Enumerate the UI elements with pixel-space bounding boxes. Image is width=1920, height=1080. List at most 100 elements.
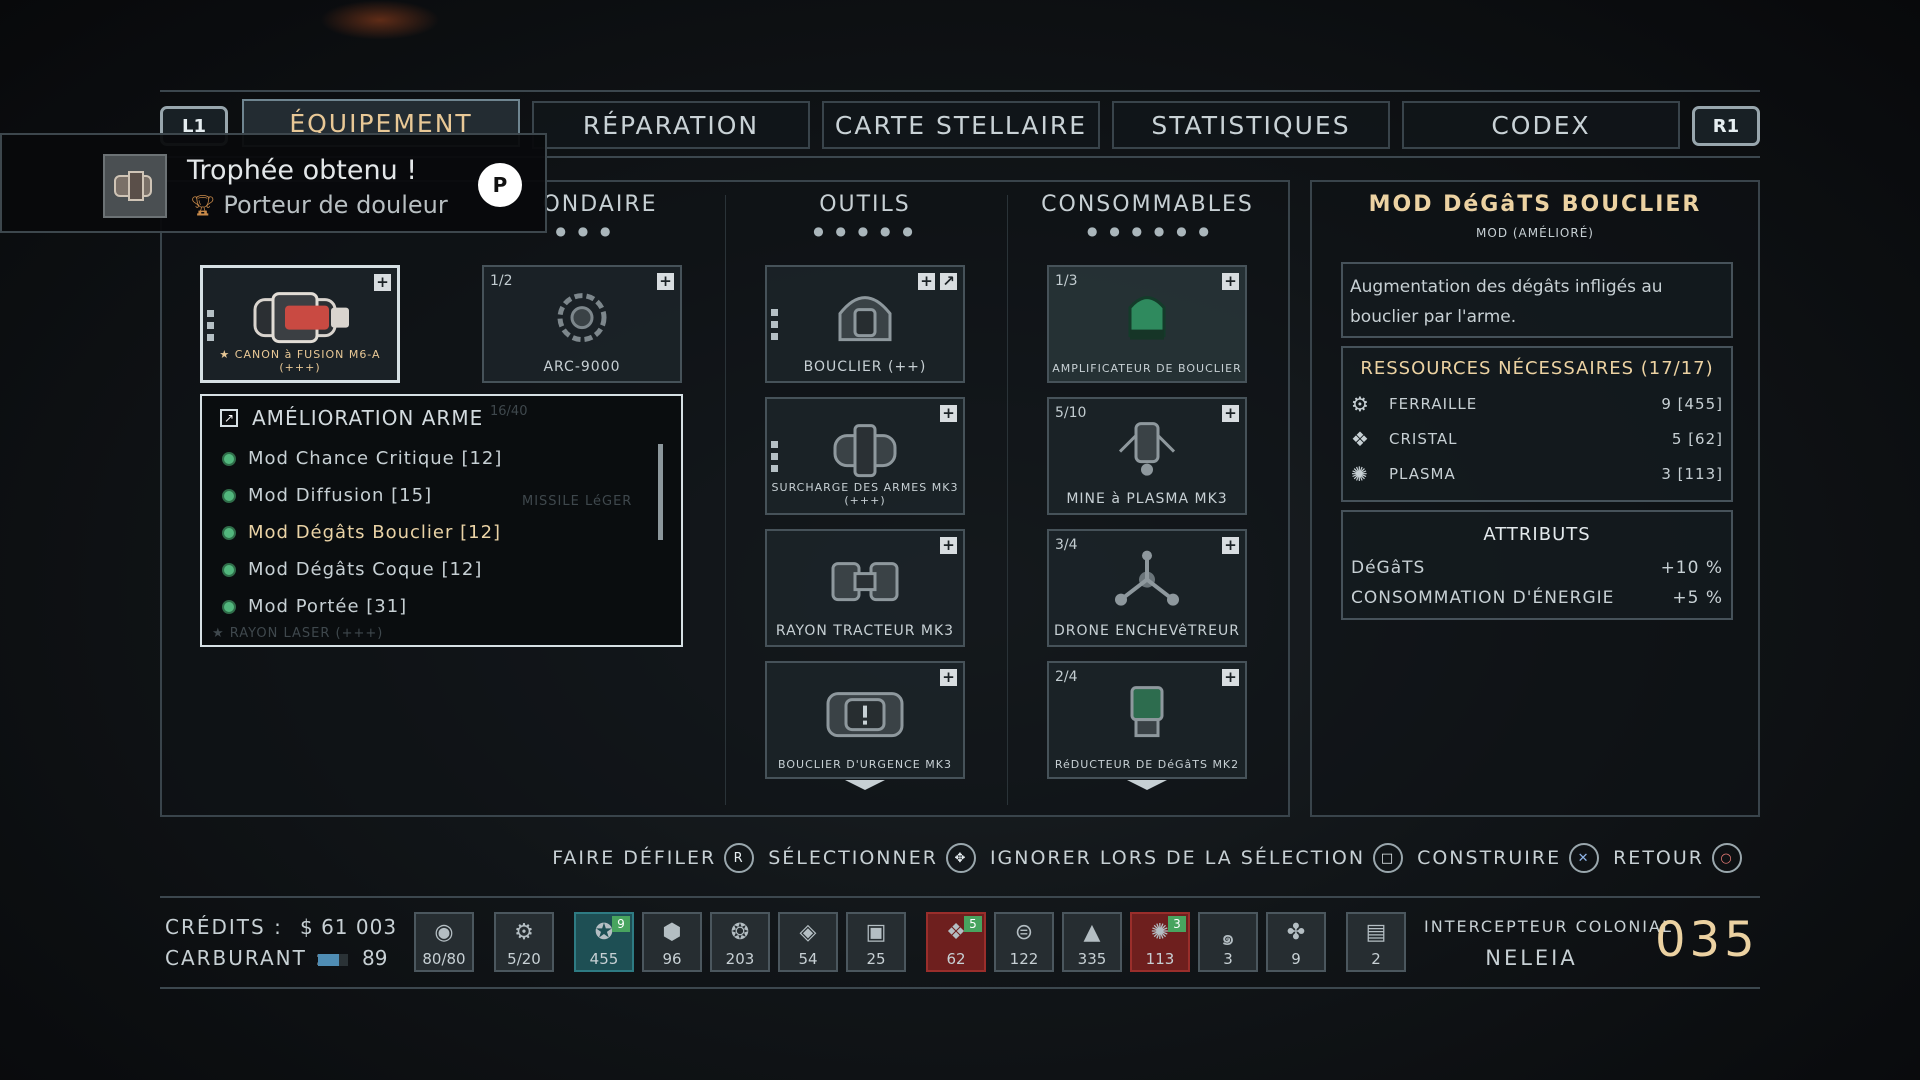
upgrade-option[interactable]: Mod Portée [31] [222, 596, 407, 617]
shield-tool-icon [838, 296, 892, 342]
add-icon[interactable]: + [1222, 273, 1239, 290]
hidden-slot-count: 16/40 [490, 404, 528, 419]
inventory-count: 25 [866, 950, 886, 968]
upgrade-menu-header: ↗ AMÉLIORATION ARME [220, 406, 483, 430]
page-dots: ● ● ● ● ● ● [1087, 224, 1213, 238]
drop-icon: ⬢ [662, 920, 682, 945]
menu-scrollbar[interactable] [658, 444, 663, 540]
inventory-badge: 3 [1168, 916, 1186, 932]
add-icon[interactable]: + [940, 669, 957, 686]
resource-row: ⚙ FERRAILLE 9 [455] [1351, 392, 1723, 416]
inventory-count: 54 [798, 950, 818, 968]
upgrade-option-selected[interactable]: Mod Dégâts Bouclier [12] [222, 522, 501, 543]
tab-star-map[interactable]: CARTE STELLAIRE [822, 101, 1100, 149]
add-icon[interactable]: + [657, 273, 674, 290]
attribute-name: CONSOMMATION D'ÉNERGIE [1351, 588, 1615, 608]
circle-button-icon[interactable]: ○ [1712, 843, 1742, 873]
consumable-slot[interactable]: 2/4 + RéDUCTEUR DE DéGâTS MK2 [1047, 661, 1247, 779]
add-icon[interactable]: + [918, 273, 935, 290]
drag-handle-icon[interactable] [771, 441, 778, 473]
inventory-item[interactable]: ✪ 455 9 [574, 912, 634, 972]
primary-weapon-slot[interactable]: + ★ CANON à FUSION M6-A (+++) [200, 265, 400, 383]
hull-icon: ◉ [434, 920, 454, 945]
inventory-item[interactable]: ⊜ 122 [994, 912, 1054, 972]
inventory-item[interactable]: ◉ 80/80 [414, 912, 474, 972]
add-icon[interactable]: + [1222, 537, 1239, 554]
upgrade-option[interactable]: Mod Diffusion [15] [222, 485, 432, 506]
ship-number: 035 [1655, 912, 1759, 968]
consumable-slot[interactable]: 3/4 + DRONE ENCHEVêTREUR [1047, 529, 1247, 647]
add-icon[interactable]: + [940, 405, 957, 422]
control-label: RETOUR [1613, 847, 1704, 869]
tab-codex[interactable]: CODEX [1402, 101, 1680, 149]
trophy-cup-icon: 🏆︎ [190, 193, 216, 217]
slot-label: BOUCLIER (++) [803, 359, 927, 375]
control-label: FAIRE DÉFILER [552, 847, 717, 869]
slot-label: AMPLIFICATEUR DE BOUCLIER [1052, 362, 1242, 375]
inventory-item[interactable]: ▤ 2 [1346, 912, 1406, 972]
triangle-icon: ▲ [1083, 920, 1101, 945]
drag-handle-icon[interactable] [207, 310, 214, 342]
square-button-icon[interactable]: □ [1373, 843, 1404, 873]
add-icon[interactable]: + [1222, 669, 1239, 686]
inventory-item[interactable]: ✺ 113 3 [1130, 912, 1190, 972]
resources-box: RESSOURCES NÉCESSAIRES (17/17) ⚙ FERRAILL… [1341, 346, 1733, 502]
weapon-upgrade-menu: 16/40 MISSILE LéGER ★ RAYON LASER (+++) … [200, 394, 683, 647]
secondary-weapon-slot[interactable]: 1/2 + ARC-9000 [482, 265, 682, 383]
consumable-slot[interactable]: 1/3 + AMPLIFICATEUR DE BOUCLIER [1047, 265, 1247, 383]
add-icon[interactable]: + [940, 537, 957, 554]
inventory-badge: 5 [964, 916, 982, 932]
ship-name: NELEIA [1485, 946, 1578, 970]
inventory-item[interactable]: ▲ 335 [1062, 912, 1122, 972]
inventory-count: 203 [725, 950, 755, 968]
detail-description-box: Augmentation des dégâts infligés au bouc… [1341, 262, 1733, 338]
inventory-item[interactable]: ✤ 9 [1266, 912, 1326, 972]
available-icon [222, 599, 236, 614]
upgrade-icon[interactable]: ↗ [940, 273, 957, 290]
inventory-count: 62 [946, 950, 966, 968]
tool-slot[interactable]: + SURCHARGE DES ARMES MK3 (+++) [765, 397, 965, 515]
tab-repair[interactable]: RÉPARATION [532, 101, 810, 149]
inventory-count: 2 [1371, 950, 1381, 968]
dpad-icon[interactable]: ✥ [945, 843, 976, 873]
r1-button[interactable]: R1 [1692, 106, 1760, 146]
inventory-item[interactable]: ▣ 25 [846, 912, 906, 972]
slot-label: ★ CANON à FUSION M6-A (+++) [219, 348, 381, 374]
add-icon[interactable]: + [374, 274, 391, 291]
fuel-label: CARBURANT : [165, 946, 324, 970]
ship-class: INTERCEPTEUR COLONIAL [1424, 917, 1673, 936]
inventory-item[interactable]: ⚙ 5/20 [494, 912, 554, 972]
slot-label: RAYON TRACTEUR MK3 [775, 623, 955, 639]
trophy-name: Porteur de douleur [223, 191, 448, 219]
tool-slot[interactable]: + RAYON TRACTEUR MK3 [765, 529, 965, 647]
drag-handle-icon[interactable] [771, 309, 778, 341]
consumable-slot[interactable]: 5/10 + MINE à PLASMA MK3 [1047, 397, 1247, 515]
inventory-count: 113 [1145, 950, 1175, 968]
tool-slot[interactable]: + ↗ BOUCLIER (++) [765, 265, 965, 383]
emergency-shield-icon [826, 692, 904, 738]
detail-subtitle: MOD (AMÉLIORÉ) [1476, 226, 1594, 240]
resource-value: 3 [113] [1661, 465, 1723, 483]
page-dots: ● ● ● [555, 224, 615, 238]
inventory-item[interactable]: ⬢ 96 [642, 912, 702, 972]
upgrade-option[interactable]: Mod Chance Critique [12] [222, 448, 502, 469]
inventory-item[interactable]: ❖ 62 5 [926, 912, 986, 972]
tool-slot[interactable]: + BOUCLIER D'URGENCE MK3 [765, 661, 965, 779]
slot-label: RéDUCTEUR DE DéGâTS MK2 [1054, 758, 1240, 771]
scroll-down-indicator[interactable] [1127, 780, 1167, 792]
slot-label: MINE à PLASMA MK3 [1066, 491, 1228, 507]
add-icon[interactable]: + [1222, 405, 1239, 422]
inventory-item[interactable]: ๑3 [1198, 912, 1258, 972]
detail-description: Augmentation des dégâts infligés au bouc… [1350, 277, 1663, 327]
cross-button-icon[interactable]: ✕ [1569, 843, 1600, 873]
repair-icon: ⚙ [514, 920, 534, 945]
right-stick-icon[interactable]: R [724, 843, 755, 873]
attribute-row: DéGâTS +10 % [1351, 558, 1723, 578]
inventory-item[interactable]: ◈ 54 [778, 912, 838, 972]
tab-statistics[interactable]: STATISTIQUES [1112, 101, 1390, 149]
upgrade-option[interactable]: Mod Dégâts Coque [12] [222, 559, 482, 580]
inventory-item[interactable]: ❂ 203 [710, 912, 770, 972]
available-icon [222, 525, 236, 540]
scroll-down-indicator[interactable] [845, 780, 885, 792]
disc-icon: ⊜ [1014, 920, 1034, 945]
